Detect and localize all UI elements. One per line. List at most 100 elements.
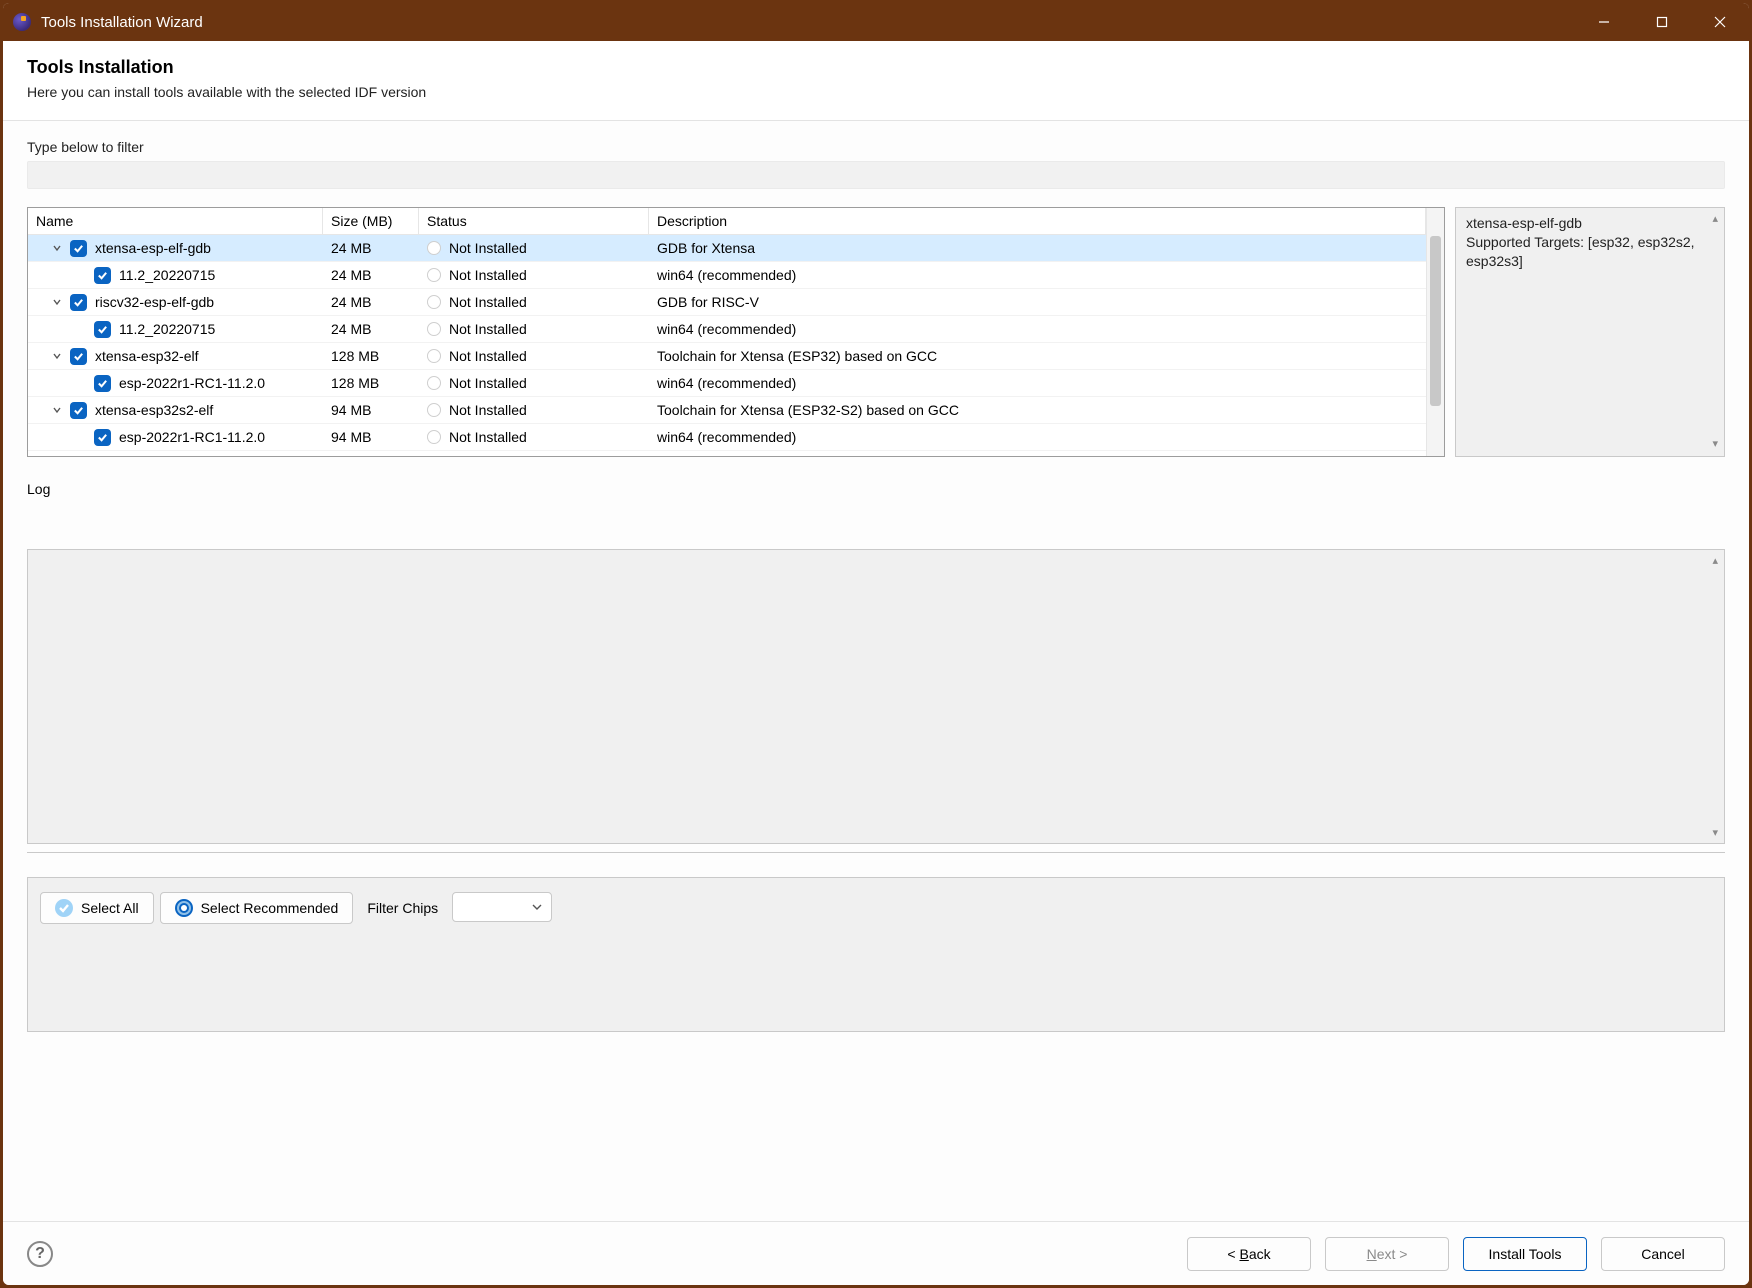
row-name: 11.2_20220715 bbox=[119, 267, 215, 283]
col-name[interactable]: Name bbox=[28, 208, 323, 234]
expander-icon[interactable] bbox=[50, 241, 64, 255]
details-scroll-down-icon[interactable]: ▾ bbox=[1712, 437, 1718, 452]
filter-input[interactable] bbox=[27, 161, 1725, 189]
table-row[interactable]: riscv32-esp-elf-gdb24 MBNot InstalledGDB… bbox=[28, 289, 1426, 316]
filter-label: Type below to filter bbox=[27, 139, 1725, 155]
titlebar[interactable]: Tools Installation Wizard bbox=[3, 3, 1749, 41]
filter-chips-label: Filter Chips bbox=[359, 892, 446, 924]
cell-status: Not Installed bbox=[419, 397, 649, 423]
table-row[interactable]: 11.2_20220715 24 MBNot Installedwin64 (re… bbox=[28, 262, 1426, 289]
row-name: esp-2022r1-RC1-11.2.0 bbox=[119, 429, 265, 445]
cell-size: 24 MB bbox=[323, 262, 419, 288]
cell-status: Not Installed bbox=[419, 370, 649, 396]
details-line2: Supported Targets: [esp32, esp32s2, esp3… bbox=[1466, 233, 1714, 271]
filter-chips-dropdown[interactable] bbox=[452, 892, 552, 922]
main-content: Type below to filter Name Size (MB) Stat… bbox=[3, 121, 1749, 1221]
details-panel: ▴ xtensa-esp-elf-gdb Supported Targets: … bbox=[1455, 207, 1725, 457]
expander-icon[interactable] bbox=[50, 349, 64, 363]
status-dot-icon bbox=[427, 376, 441, 390]
page-subtitle: Here you can install tools available wit… bbox=[27, 84, 1725, 100]
back-button[interactable]: < ​Back bbox=[1187, 1237, 1311, 1271]
checkbox[interactable] bbox=[94, 375, 111, 392]
cell-name: esp-2022r1-RC1-11.2.0 bbox=[28, 370, 323, 396]
cell-size: 128 MB bbox=[323, 343, 419, 369]
checkbox[interactable] bbox=[94, 321, 111, 338]
table-row[interactable]: xtensa-esp32s2-elf94 MBNot InstalledTool… bbox=[28, 397, 1426, 424]
select-recommended-label: Select Recommended bbox=[201, 900, 339, 916]
row-name: xtensa-esp32-elf bbox=[95, 348, 199, 364]
select-all-button[interactable]: Select All bbox=[40, 892, 154, 924]
status-dot-icon bbox=[427, 403, 441, 417]
scrollbar-thumb[interactable] bbox=[1430, 236, 1441, 406]
maximize-button[interactable] bbox=[1633, 3, 1691, 41]
selection-controls: Select All Select Recommended Filter Chi… bbox=[27, 877, 1725, 1032]
install-tools-button[interactable]: Install Tools bbox=[1463, 1237, 1587, 1271]
checkbox[interactable] bbox=[70, 348, 87, 365]
next-button[interactable]: Next > bbox=[1325, 1237, 1449, 1271]
table-row[interactable]: xtensa-esp-elf-gdb 24 MBNot InstalledGDB … bbox=[28, 235, 1426, 262]
cell-status: Not Installed bbox=[419, 262, 649, 288]
col-desc[interactable]: Description bbox=[649, 208, 1426, 234]
cell-description: Toolchain for Xtensa (ESP32-S2) based on… bbox=[649, 397, 1426, 423]
tools-split: Name Size (MB) Status Description xtensa… bbox=[27, 207, 1725, 457]
cell-size: 24 MB bbox=[323, 316, 419, 342]
status-dot-icon bbox=[427, 322, 441, 336]
cell-name: esp-2022r1-RC1-11.2.0 bbox=[28, 424, 323, 450]
cell-status: Not Installed bbox=[419, 235, 649, 261]
cancel-button[interactable]: Cancel bbox=[1601, 1237, 1725, 1271]
separator bbox=[27, 852, 1725, 853]
chevron-down-icon bbox=[531, 901, 543, 913]
checkbox[interactable] bbox=[70, 294, 87, 311]
page-title: Tools Installation bbox=[27, 57, 1725, 78]
table-header: Name Size (MB) Status Description bbox=[28, 208, 1426, 235]
cell-size: 24 MB bbox=[323, 289, 419, 315]
cell-description: win64 (recommended) bbox=[649, 262, 1426, 288]
close-button[interactable] bbox=[1691, 3, 1749, 41]
cell-size: 128 MB bbox=[323, 370, 419, 396]
checkbox[interactable] bbox=[70, 402, 87, 419]
col-size[interactable]: Size (MB) bbox=[323, 208, 419, 234]
wizard-window: Tools Installation Wizard Tools Installa… bbox=[3, 3, 1749, 1285]
expander-icon[interactable] bbox=[50, 403, 64, 417]
help-button[interactable]: ? bbox=[27, 1241, 53, 1267]
checkbox[interactable] bbox=[94, 429, 111, 446]
cell-description: Toolchain for Xtensa (ESP32) based on GC… bbox=[649, 343, 1426, 369]
row-name: 11.2_20220715 bbox=[119, 321, 215, 337]
table-row[interactable]: esp-2022r1-RC1-11.2.094 MBNot Installedw… bbox=[28, 424, 1426, 451]
table-row[interactable]: 11.2_2022071524 MBNot Installedwin64 (re… bbox=[28, 316, 1426, 343]
status-dot-icon bbox=[427, 295, 441, 309]
radio-icon bbox=[175, 899, 193, 917]
minimize-button[interactable] bbox=[1575, 3, 1633, 41]
cell-name: xtensa-esp-elf-gdb bbox=[28, 235, 323, 261]
cell-size: 94 MB bbox=[323, 424, 419, 450]
row-name: xtensa-esp32s2-elf bbox=[95, 402, 213, 418]
window-controls bbox=[1575, 3, 1749, 41]
status-dot-icon bbox=[427, 241, 441, 255]
footer: ? < ​Back Next > Install Tools Cancel bbox=[3, 1221, 1749, 1285]
log-scroll-down-icon[interactable]: ▾ bbox=[1712, 826, 1718, 839]
eclipse-icon bbox=[13, 13, 31, 31]
row-name: esp-2022r1-RC1-11.2.0 bbox=[119, 375, 265, 391]
cell-name: 11.2_20220715 bbox=[28, 262, 323, 288]
cell-status: Not Installed bbox=[419, 424, 649, 450]
col-status[interactable]: Status bbox=[419, 208, 649, 234]
cell-description: GDB for Xtensa bbox=[649, 235, 1426, 261]
table-row[interactable]: esp-2022r1-RC1-11.2.0 128 MBNot Installed… bbox=[28, 370, 1426, 397]
log-box[interactable]: ▴ ▾ bbox=[27, 549, 1725, 844]
expander-icon[interactable] bbox=[50, 295, 64, 309]
table-row[interactable]: xtensa-esp32-elf 128 MBNot InstalledToolc… bbox=[28, 343, 1426, 370]
header-panel: Tools Installation Here you can install … bbox=[3, 41, 1749, 121]
table-scrollbar[interactable] bbox=[1426, 208, 1444, 456]
status-dot-icon bbox=[427, 430, 441, 444]
row-name: xtensa-esp-elf-gdb bbox=[95, 240, 211, 256]
select-recommended-button[interactable]: Select Recommended bbox=[160, 892, 354, 924]
details-scroll-up-icon[interactable]: ▴ bbox=[1712, 212, 1718, 227]
check-icon bbox=[55, 899, 73, 917]
cell-size: 24 MB bbox=[323, 235, 419, 261]
cell-status: Not Installed bbox=[419, 289, 649, 315]
log-scroll-up-icon[interactable]: ▴ bbox=[1712, 554, 1718, 567]
checkbox[interactable] bbox=[94, 267, 111, 284]
cell-status: Not Installed bbox=[419, 343, 649, 369]
cell-name: riscv32-esp-elf-gdb bbox=[28, 289, 323, 315]
checkbox[interactable] bbox=[70, 240, 87, 257]
